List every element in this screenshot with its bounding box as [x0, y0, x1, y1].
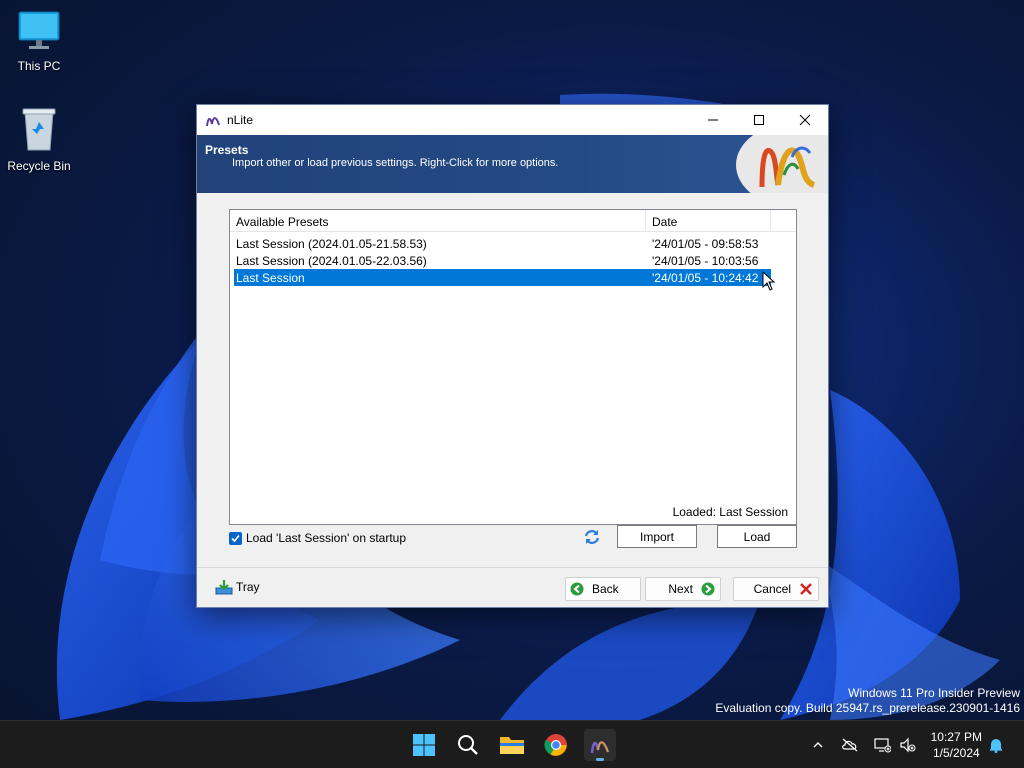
minimize-icon: [708, 119, 718, 121]
network-disconnected-icon: [874, 738, 891, 753]
active-indicator: [596, 758, 604, 761]
loaded-status: Loaded: Last Session: [672, 505, 788, 519]
refresh-icon: [584, 530, 600, 544]
title-bar[interactable]: nLite: [197, 105, 828, 135]
preset-name: Last Session (2024.01.05-21.58.53): [236, 236, 427, 251]
preset-date: '24/01/05 - 10:24:42: [652, 270, 759, 285]
next-label: Next: [668, 582, 693, 596]
header-subtitle: Import other or load previous settings. …: [232, 157, 559, 169]
chrome-button[interactable]: [540, 729, 572, 761]
preset-date: '24/01/05 - 09:58:53: [652, 236, 759, 251]
maximize-icon: [754, 115, 764, 125]
mouse-cursor-icon: [762, 271, 775, 291]
desktop-icon-recycle-bin[interactable]: Recycle Bin: [1, 106, 77, 173]
wizard-header: Presets Import other or load previous se…: [197, 135, 828, 193]
onedrive-tray[interactable]: [840, 735, 860, 755]
list-item[interactable]: Last Session (2024.01.05-21.58.53) '24/0…: [234, 235, 771, 252]
back-label: Back: [592, 582, 619, 596]
cloud-offline-icon: [842, 738, 858, 752]
startup-checkbox-label: Load 'Last Session' on startup: [246, 531, 407, 545]
preset-name: Last Session (2024.01.05-22.03.56): [236, 253, 427, 268]
monitor-icon: [1, 10, 77, 55]
chevron-up-icon: [813, 742, 823, 748]
maximize-button[interactable]: [736, 105, 782, 135]
nlite-icon: [205, 112, 221, 128]
clock-date: 1/5/2024: [932, 746, 980, 760]
nlite-logo-icon: [736, 135, 828, 193]
list-item-selected[interactable]: Last Session '24/01/05 - 10:24:42: [234, 269, 771, 286]
preset-date: '24/01/05 - 10:03:56: [652, 253, 759, 268]
list-item[interactable]: Last Session (2024.01.05-22.03.56) '24/0…: [234, 252, 771, 269]
start-button[interactable]: [408, 729, 440, 761]
load-button[interactable]: Load: [717, 525, 797, 548]
refresh-button[interactable]: [583, 528, 601, 546]
volume-tray[interactable]: [898, 735, 918, 755]
cancel-x-icon: [800, 583, 812, 595]
start-icon: [413, 734, 435, 756]
search-button[interactable]: [452, 729, 484, 761]
search-icon: [458, 735, 478, 755]
presets-list[interactable]: Available Presets Date Last Session (202…: [229, 209, 797, 525]
minimize-button[interactable]: [690, 105, 736, 135]
network-tray[interactable]: [872, 735, 892, 755]
cancel-label: Cancel: [753, 582, 791, 596]
recycle-bin-icon: [1, 106, 77, 155]
tray-download-icon: [215, 580, 233, 595]
notifications-button[interactable]: [986, 735, 1006, 755]
chrome-icon: [544, 734, 567, 756]
nlite-window: nLite Presets Import other or load previ…: [196, 104, 829, 608]
file-explorer-icon: [500, 737, 524, 754]
back-button[interactable]: Back: [565, 577, 641, 601]
taskbar: 10:27 PM 1/5/2024: [0, 720, 1024, 768]
bell-icon: [990, 739, 1002, 753]
preset-name: Last Session: [236, 270, 305, 285]
back-arrow-icon: [570, 582, 584, 596]
desktop-icon-label: This PC: [17, 59, 61, 73]
checkbox-checked-icon: [229, 531, 242, 545]
desktop-icon-this-pc[interactable]: This PC: [1, 10, 77, 73]
startup-checkbox[interactable]: Load 'Last Session' on startup: [229, 531, 406, 545]
watermark-line-2: Evaluation copy. Build 25947.rs_prerelea…: [715, 701, 1020, 715]
evaluation-watermark: Windows 11 Pro Insider Preview Evaluatio…: [715, 686, 1020, 716]
watermark-line-1: Windows 11 Pro Insider Preview: [848, 686, 1020, 700]
next-arrow-icon: [701, 582, 715, 596]
next-button[interactable]: Next: [645, 577, 721, 601]
list-header: Available Presets Date: [230, 210, 796, 232]
import-button[interactable]: Import: [617, 525, 697, 548]
nlite-icon: [590, 741, 610, 754]
column-header-presets[interactable]: Available Presets: [230, 210, 646, 231]
header-title: Presets: [205, 143, 249, 157]
window-title: nLite: [227, 113, 254, 127]
column-header-date[interactable]: Date: [646, 210, 771, 231]
volume-muted-icon: [900, 737, 916, 753]
tray-button[interactable]: Tray: [215, 579, 260, 595]
divider: [197, 567, 828, 568]
tray-label: Tray: [236, 580, 260, 594]
nlite-taskbar-button[interactable]: [584, 729, 616, 761]
desktop-icon-label: Recycle Bin: [7, 159, 71, 173]
clock[interactable]: 10:27 PM 1/5/2024: [931, 729, 982, 761]
file-explorer-button[interactable]: [496, 729, 528, 761]
close-button[interactable]: [782, 105, 828, 135]
cancel-button[interactable]: Cancel: [733, 577, 819, 601]
close-icon: [799, 114, 811, 126]
clock-time: 10:27 PM: [930, 730, 982, 744]
show-hidden-icons-button[interactable]: [808, 735, 828, 755]
